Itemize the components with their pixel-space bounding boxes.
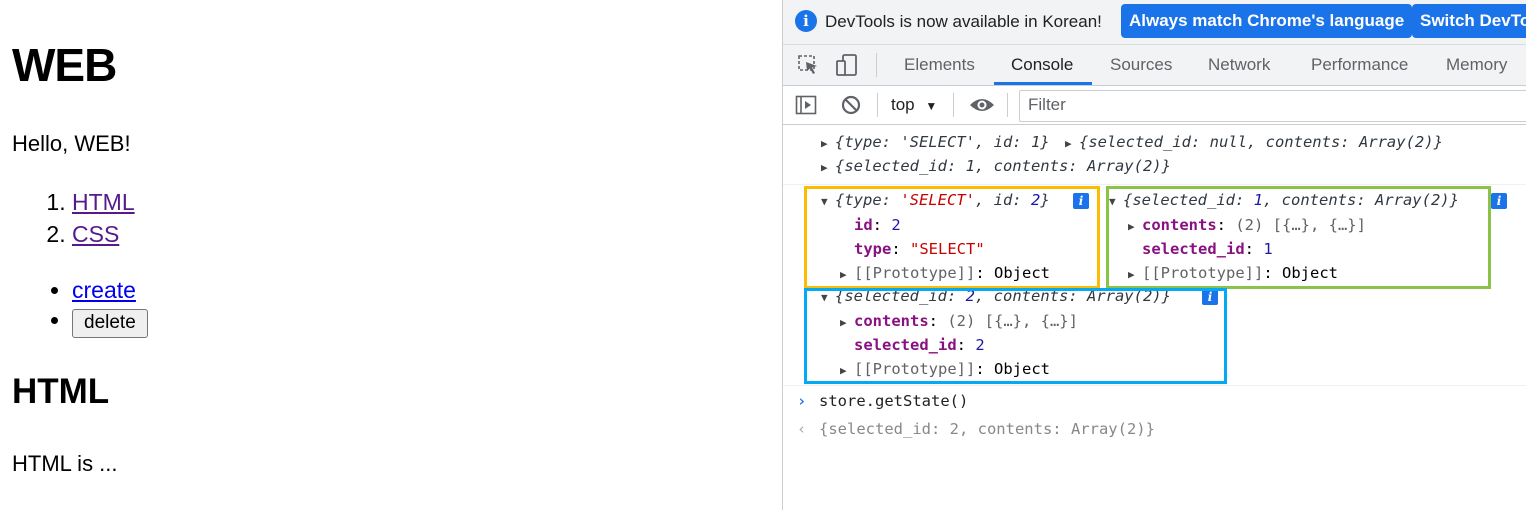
control-item: delete: [72, 305, 148, 338]
topic-link-css[interactable]: CSS: [72, 221, 119, 247]
prompt-chevron-icon: ›: [797, 392, 807, 410]
active-tab-indicator: [994, 82, 1092, 85]
tab-memory[interactable]: Memory: [1446, 55, 1507, 75]
device-toolbar-icon[interactable]: [835, 53, 859, 77]
chevron-down-icon: ▼: [925, 99, 938, 113]
delete-button[interactable]: delete: [72, 309, 148, 338]
create-link[interactable]: create: [72, 277, 136, 303]
filter-input[interactable]: [1026, 94, 1510, 116]
log-divider: [783, 385, 1526, 386]
page-heading: WEB: [12, 39, 117, 91]
tabbar-separator: [876, 53, 877, 77]
log-divider: [783, 184, 1526, 185]
clear-console-icon[interactable]: [840, 94, 862, 116]
command-result[interactable]: {selected_id: 2, contents: Array(2)}: [819, 420, 1155, 438]
section-body: HTML is ...: [12, 451, 118, 476]
infobar-message: DevTools is now available in Korean!: [825, 12, 1102, 31]
control-list: create delete: [0, 275, 148, 338]
state1-inline-summary[interactable]: {selected_id: null, contents: Array(2)}: [1079, 133, 1443, 151]
web-page: WEB Hello, WEB! HTML CSS create delete H…: [0, 0, 782, 510]
devtools-panel: i DevTools is now available in Korean! A…: [782, 0, 1526, 510]
action-highlight-box: [804, 186, 1100, 289]
tab-performance[interactable]: Performance: [1311, 55, 1408, 75]
toolbar-separator: [953, 93, 954, 117]
devtools-tabbar: Elements Console Sources Network Perform…: [783, 45, 1526, 86]
prev-state-highlight-box: [1106, 186, 1491, 289]
log-row-1: ▶ {type: 'SELECT', id: 1} ▶ {selected_id: …: [821, 133, 1443, 151]
tab-network[interactable]: Network: [1208, 55, 1270, 75]
command-input-text[interactable]: store.getState(): [819, 392, 968, 410]
context-selector[interactable]: top ▼: [891, 95, 937, 115]
tab-elements[interactable]: Elements: [904, 55, 975, 75]
filter-box: [1019, 90, 1526, 122]
live-expression-eye-icon[interactable]: [969, 96, 995, 114]
console-toolbar: top ▼: [783, 86, 1526, 125]
switch-devtools-language-button[interactable]: Switch DevTo: [1412, 4, 1526, 38]
inspect-element-icon[interactable]: [797, 54, 821, 76]
info-icon: i: [795, 10, 817, 32]
topic-item: HTML: [72, 186, 135, 218]
toolbar-separator: [1007, 93, 1008, 117]
info-badge-icon[interactable]: i: [1491, 193, 1507, 209]
expand-triangle-icon[interactable]: ▶: [1065, 137, 1079, 150]
action1-summary[interactable]: {type: 'SELECT', id: 1}: [835, 133, 1050, 151]
context-label: top: [891, 95, 915, 114]
greeting-text: Hello, WEB!: [12, 131, 131, 156]
show-sidebar-icon[interactable]: [795, 95, 817, 115]
tab-console[interactable]: Console: [1011, 55, 1073, 75]
log-row-2: ▶ {selected_id: 1, contents: Array(2)}: [821, 157, 1171, 175]
expand-triangle-icon[interactable]: ▶: [821, 161, 835, 174]
result-arrow-icon: ‹: [797, 420, 807, 438]
topic-list: HTML CSS: [0, 186, 135, 250]
expand-triangle-icon[interactable]: ▶: [821, 137, 835, 150]
tab-sources[interactable]: Sources: [1110, 55, 1172, 75]
control-item: create: [72, 275, 148, 305]
language-infobar: i DevTools is now available in Korean! A…: [783, 0, 1526, 45]
topic-link-html[interactable]: HTML: [72, 189, 135, 215]
next-state-highlight-box: [804, 288, 1227, 384]
always-match-language-button[interactable]: Always match Chrome's language: [1121, 4, 1413, 38]
topic-item: CSS: [72, 218, 135, 250]
section-title: HTML: [12, 372, 110, 411]
state1-summary[interactable]: {selected_id: 1, contents: Array(2)}: [835, 157, 1171, 175]
toolbar-separator: [877, 93, 878, 117]
